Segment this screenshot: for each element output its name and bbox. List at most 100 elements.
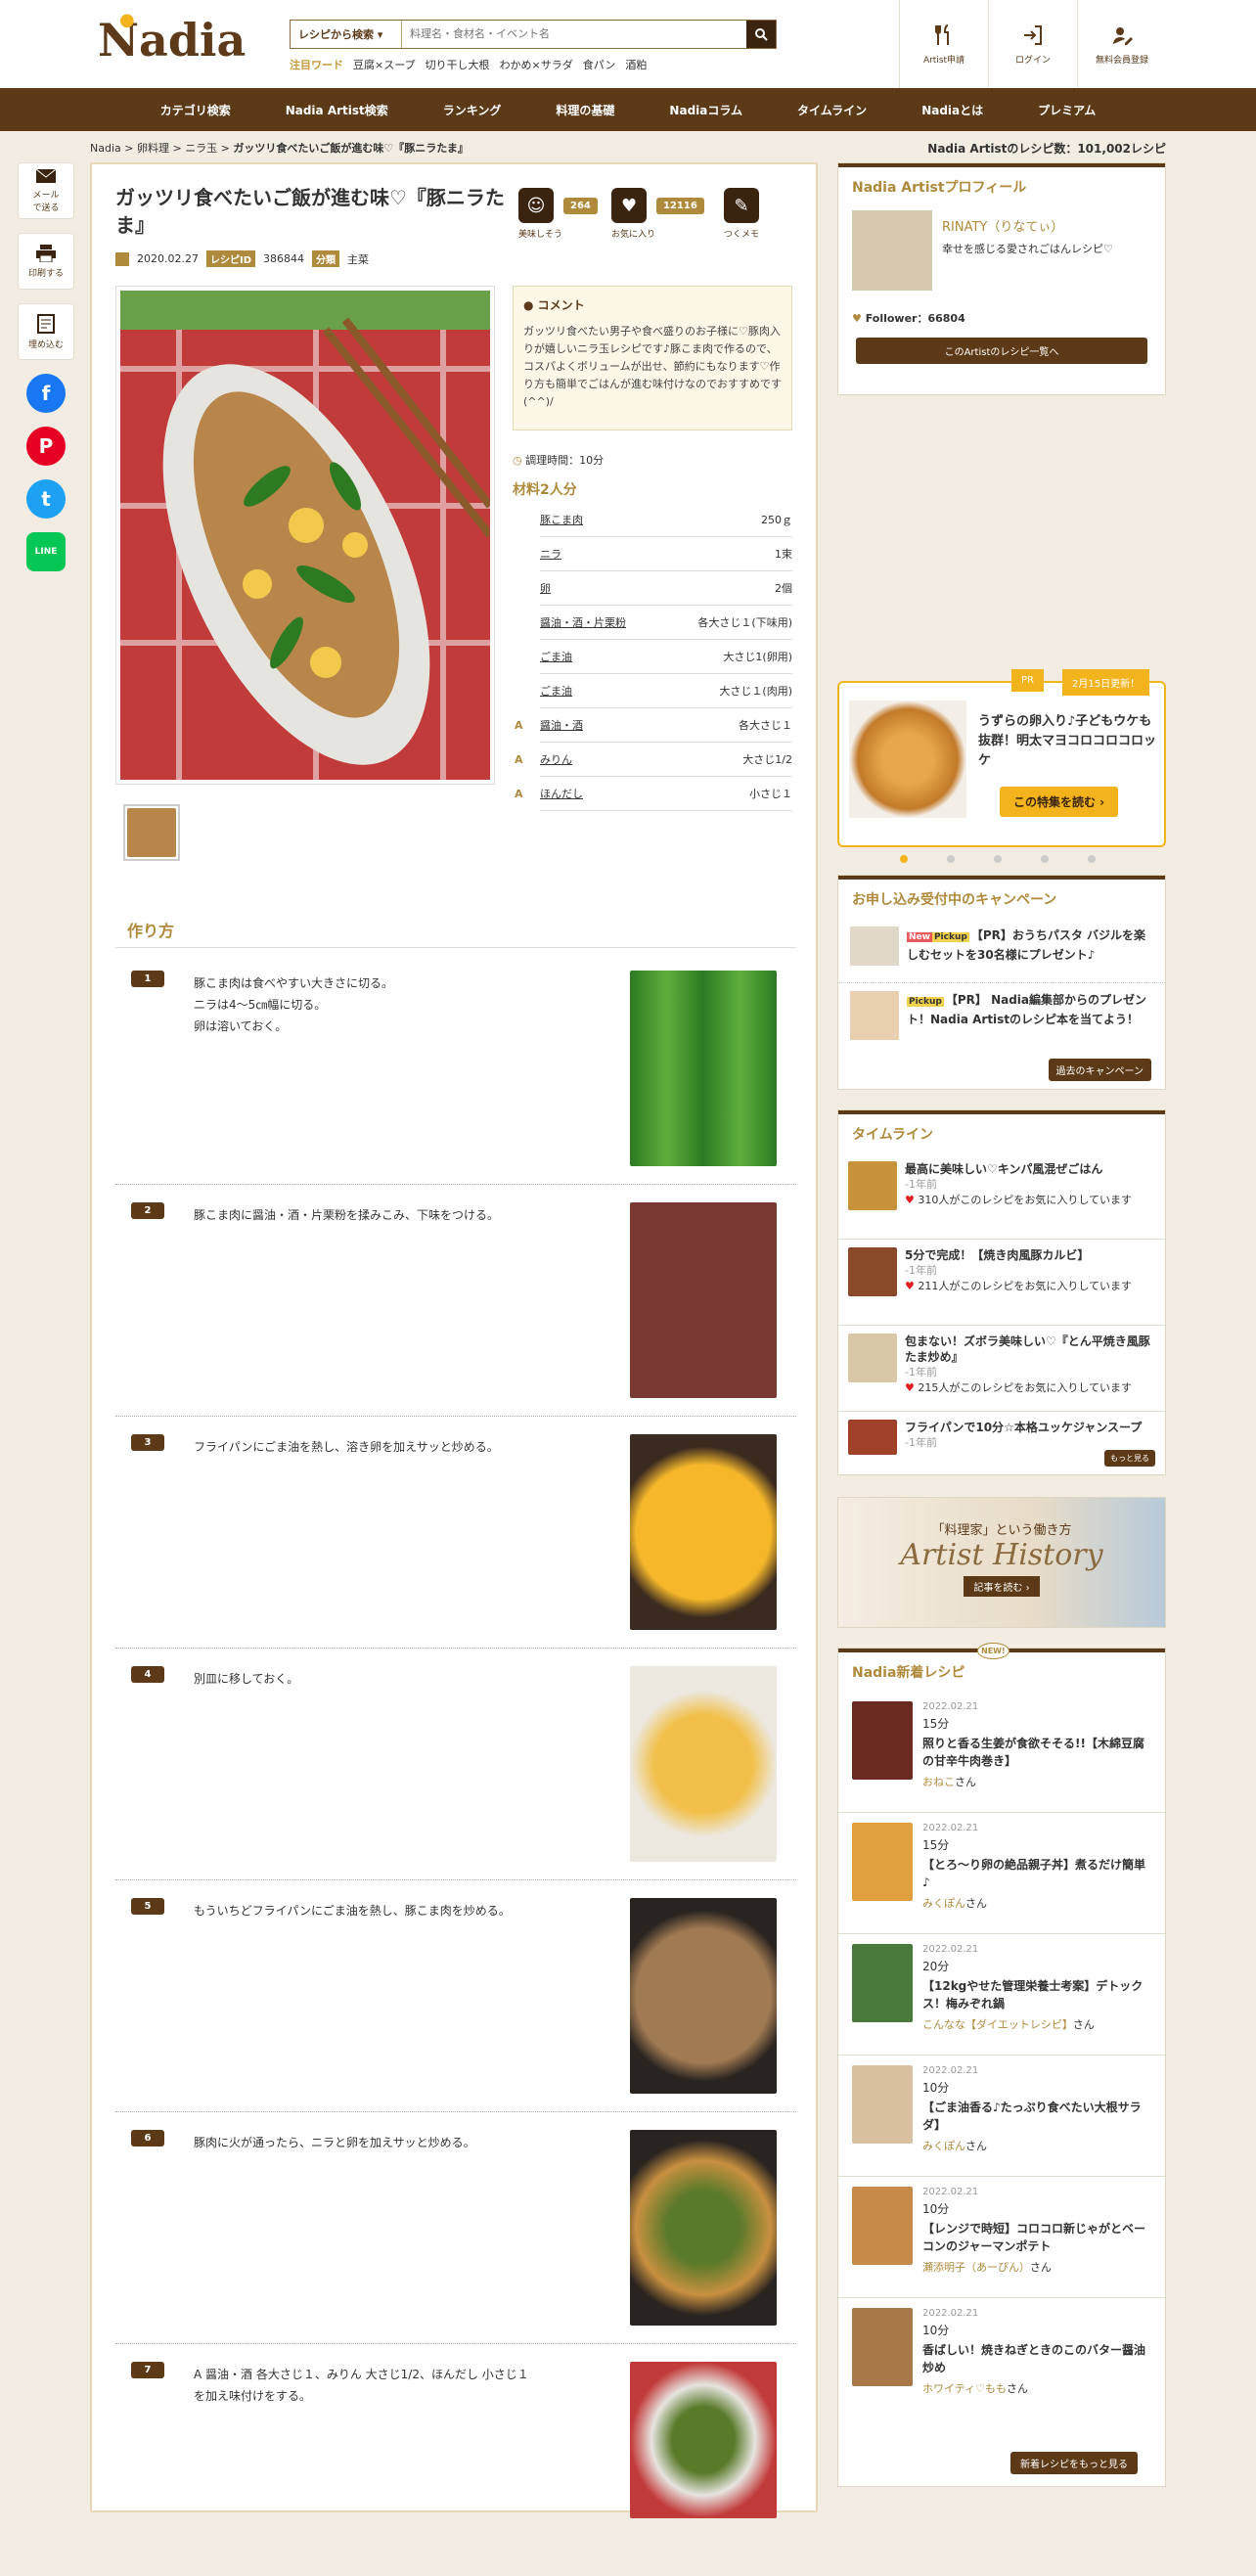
heart-icon: ♥: [852, 312, 866, 325]
nav-item[interactable]: タイムライン: [770, 88, 894, 131]
breadcrumb-link[interactable]: ニラ玉: [185, 142, 217, 155]
steps-title: 作り方: [127, 922, 175, 940]
mail-icon: [35, 168, 57, 183]
pr-text: うずらの卵入り♪子どもウケも抜群！明太マヨコロコロコロッケ: [978, 714, 1157, 768]
category-label: 分類: [312, 250, 340, 267]
nav-item[interactable]: 料理の基礎: [528, 88, 642, 131]
heart-icon: ♥: [905, 1194, 919, 1206]
embed-button[interactable]: 埋め込む: [18, 303, 74, 360]
artist-apply-button[interactable]: Artist申請: [899, 0, 988, 88]
hot-word[interactable]: 切り干し大根: [426, 57, 490, 72]
facebook-icon[interactable]: f: [26, 374, 66, 413]
hot-words: 注目ワード 豆腐×スープ 切り干し大根 わかめ×サラダ 食パン 酒粕: [290, 57, 647, 72]
breadcrumb-link[interactable]: 卵料理: [137, 142, 169, 155]
hot-word[interactable]: 豆腐×スープ: [353, 57, 416, 72]
oishisou-count: 264: [563, 198, 598, 214]
step: 1 豚こま肉は食べやすい大きさに切る。 ニラは4～5㎝幅に切る。 卵は溶いておく。: [115, 953, 796, 1185]
new-recipes-more-button[interactable]: 新着レシピをもっと見る: [1010, 2452, 1138, 2474]
hot-word[interactable]: 食パン: [583, 57, 616, 72]
new-recipe-item[interactable]: 2022.02.21 20分 【12kgやせた管理栄養士考案】デトックス！梅みぞれ鍋…: [838, 1934, 1165, 2056]
step: 7A 醤油・酒 各大さじ１、みりん 大さじ1/2、ほんだし 小さじ１ を加え味付…: [115, 2344, 796, 2576]
campaign-item[interactable]: New Pickup 【PR】おうちパスタ バジルを楽しむセットを30名様にプレゼン…: [838, 919, 1165, 983]
pr-card[interactable]: PR 2月15日更新！ うずらの卵入り♪子どもウケも抜群！明太マヨコロコロコロッ…: [837, 669, 1166, 847]
nav-item[interactable]: カテゴリ検索: [133, 88, 258, 131]
new-recipe-item[interactable]: 2022.02.21 10分 【レンジで時短】コロコロ新じゃがとベーコンのジャーマン…: [838, 2177, 1165, 2298]
pr-image: [849, 700, 966, 818]
new-badge: NEW!: [977, 1643, 1009, 1659]
heart-icon: ♥: [905, 1280, 919, 1292]
user-edit-icon: [1113, 26, 1133, 45]
artist-history-banner[interactable]: 「料理家」という働き方 Artist History 記事を読む ›: [837, 1497, 1166, 1628]
calendar-icon: [115, 251, 129, 266]
carousel-dot[interactable]: [947, 855, 955, 863]
artist-avatar[interactable]: [852, 210, 932, 291]
recipe-image: [852, 1701, 913, 1780]
step: 5 もういちどフライパンにごま油を熱し、豚こま肉を炒める。: [115, 1880, 796, 2112]
past-campaigns-button[interactable]: 過去のキャンペーン: [1048, 1059, 1151, 1081]
ingredient-row: A みりん 大さじ1/2: [515, 743, 792, 777]
new-recipe-item[interactable]: 2022.02.21 10分 【ごま油香る♪たっぷり食べたい大根サラダ】 みくぽんさん: [838, 2056, 1165, 2177]
nav-item[interactable]: Nadia Artist検索: [258, 88, 416, 131]
recipe-photo-image: [120, 291, 494, 780]
print-button[interactable]: 印刷する: [18, 233, 74, 290]
breadcrumb-link[interactable]: Nadia: [90, 142, 121, 155]
new-recipe-item[interactable]: 2022.02.21 10分 香ばしい！焼きねぎときのこのバター醤油炒め ホワイティ♡…: [838, 2298, 1165, 2419]
carousel-dot[interactable]: [994, 855, 1002, 863]
nav-item[interactable]: ランキング: [416, 88, 529, 131]
banner-read-button[interactable]: 記事を読む ›: [964, 1576, 1040, 1597]
step: 4 別皿に移しておく。: [115, 1649, 796, 1880]
nav-item[interactable]: Nadiaコラム: [642, 88, 770, 131]
search-mode-select[interactable]: レシピから検索 ▾: [291, 21, 402, 48]
ingredient-row: 豚こま肉 250ｇ: [540, 503, 792, 537]
timeline-image: [848, 1420, 897, 1455]
nadia-logo[interactable]: ● Nadia: [98, 10, 246, 67]
breadcrumb: Nadia > 卵料理 > ニラ玉 > ガッツリ食べたいご飯が進む味♡『豚ニラた…: [90, 142, 469, 155]
timeline-more-button[interactable]: もっと見る: [1104, 1450, 1155, 1467]
search-input[interactable]: [402, 21, 746, 48]
step-photo: [630, 1202, 777, 1398]
steps-divider: [115, 947, 796, 948]
artist-name[interactable]: RINATY（りなてぃ）: [942, 216, 1113, 235]
login-button[interactable]: ログイン: [988, 0, 1077, 88]
ingredient-row: A 醤油・酒 各大さじ１: [515, 708, 792, 743]
recipe-image: [852, 2065, 913, 2144]
mail-share-button[interactable]: メール で送る: [18, 162, 74, 219]
timeline-item[interactable]: 包まない！ズボラ美味しい♡『とん平焼き風豚たま炒め』 -1年前 ♥ 215人がこのレ…: [838, 1326, 1165, 1412]
search-button[interactable]: [746, 21, 776, 48]
tsukumemo-button[interactable]: ✎ つくメモ: [724, 188, 759, 240]
hot-word[interactable]: 酒粕: [625, 57, 647, 72]
pinterest-icon[interactable]: P: [26, 427, 66, 466]
carousel-dot[interactable]: [1041, 855, 1049, 863]
search-box: レシピから検索 ▾: [290, 20, 777, 49]
ingredients-list: 豚こま肉 250ｇ ニラ 1束 卵 2個 醤油・酒・片栗粉 各大さじ１(下味用) ごま油…: [513, 503, 792, 811]
search-icon: [755, 28, 768, 41]
share-bar: メール で送る 印刷する 埋め込む f P t LINE: [18, 162, 76, 585]
heart-icon: ♥: [611, 188, 648, 223]
new-recipe-item[interactable]: 2022.02.21 15分 【とろ〜り卵の絶品親子丼】煮るだけ簡単♪ みくぽんさん: [838, 1813, 1165, 1934]
favorite-button[interactable]: ♥ 12116 お気に入り: [611, 188, 704, 240]
carousel-dot[interactable]: [900, 855, 908, 863]
timeline-item[interactable]: 最高に美味しい♡キンパ風混ぜごはん -1年前 ♥ 310人がこのレシピをお気に入りし…: [838, 1153, 1165, 1240]
step: 2 豚こま肉に醤油・酒・片栗粉を揉みこみ、下味をつける。: [115, 1185, 796, 1417]
recipe-title: ガッツリ食べたいご飯が進む味♡『豚ニラたま』: [115, 186, 505, 237]
timeline-item[interactable]: 5分で完成！【焼き肉風豚カルビ】 -1年前 ♥ 211人がこのレシピをお気に入りして…: [838, 1240, 1165, 1326]
step-photo: [630, 1666, 777, 1862]
hot-word[interactable]: わかめ×サラダ: [500, 57, 573, 72]
campaign-image: [850, 991, 899, 1040]
banner-sub: 「料理家」という働き方: [931, 1523, 1072, 1538]
new-recipe-item[interactable]: 2022.02.21 15分 照りと香る生姜が食欲そそる!!【木綿豆腐の甘辛牛肉巻き…: [838, 1692, 1165, 1813]
recipe-category: 主菜: [347, 252, 370, 266]
twitter-icon[interactable]: t: [26, 479, 66, 519]
nav-item[interactable]: プレミアム: [1010, 88, 1123, 131]
comment-text: ガッツリ食べたい男子や食べ盛りのお子様に♡豚肉入りが嬉しいニラ玉レシピです♪豚こ…: [523, 325, 782, 408]
campaign-item[interactable]: Pickup 【PR】 Nadia編集部からのプレゼント！Nadia Artist…: [838, 983, 1165, 1052]
artist-recipes-button[interactable]: このArtistのレシピ一覧へ: [856, 338, 1147, 364]
carousel-dot[interactable]: [1088, 855, 1096, 863]
photo-thumbnail[interactable]: [123, 804, 180, 861]
register-button[interactable]: 無料会員登録: [1077, 0, 1166, 88]
line-icon[interactable]: LINE: [26, 532, 66, 571]
nav-item[interactable]: Nadiaとは: [894, 88, 1010, 131]
pr-read-button[interactable]: この特集を読む ›: [1000, 787, 1119, 817]
follower-count: ♥ Follower：66804: [852, 312, 965, 325]
oishisou-button[interactable]: ☺ 264 美味しそう: [518, 188, 598, 240]
